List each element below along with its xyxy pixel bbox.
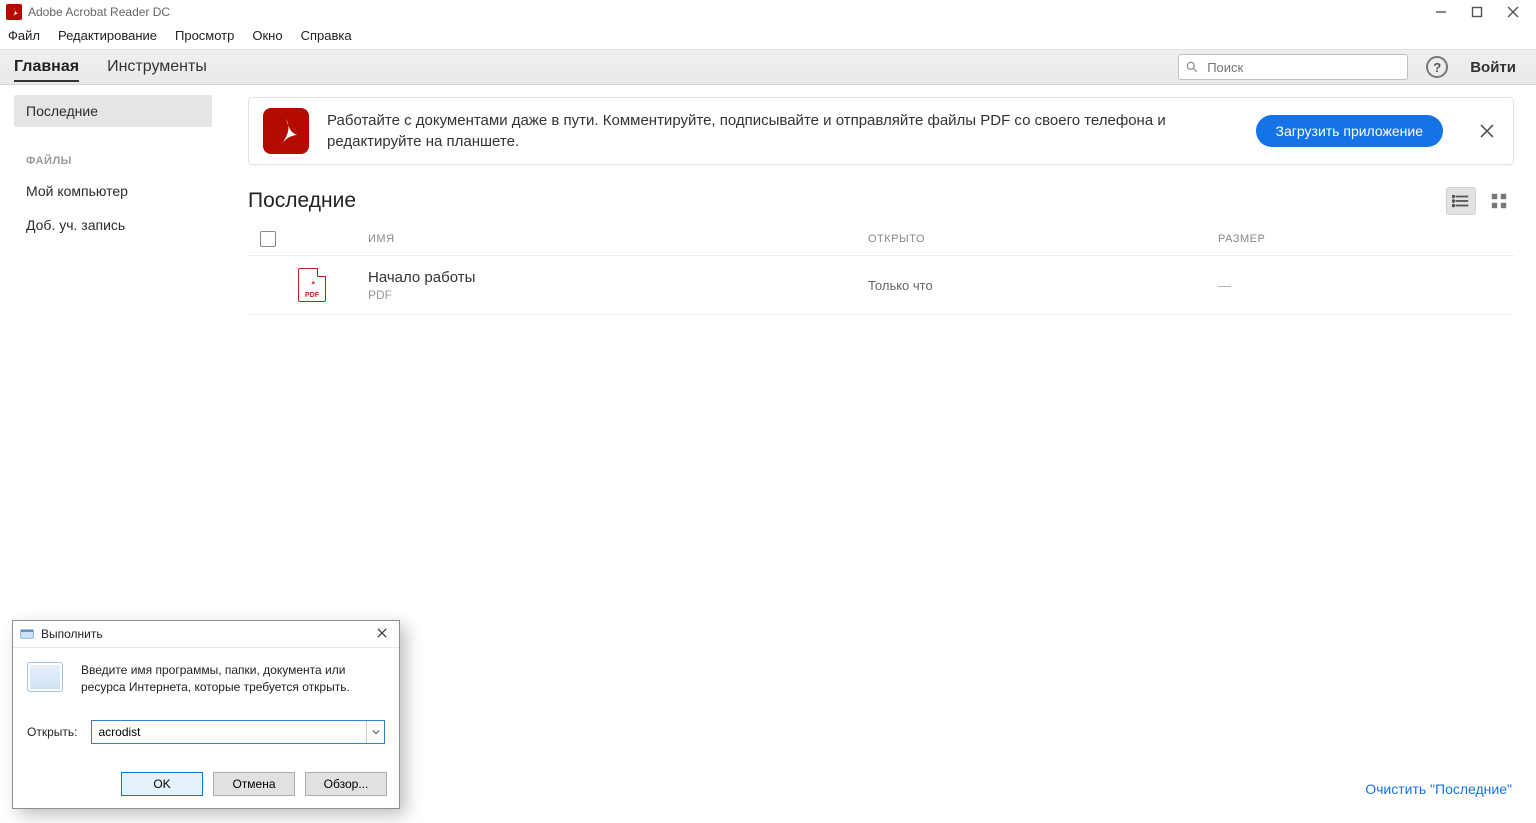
promo-text: Работайте с документами даже в пути. Ком… xyxy=(327,110,1238,152)
acrobat-app-icon xyxy=(6,4,22,20)
close-icon xyxy=(1479,123,1495,139)
sidebar-section-files: ФАЙЛЫ xyxy=(14,129,212,175)
menu-view[interactable]: Просмотр xyxy=(175,28,234,43)
acrobat-logo-icon xyxy=(263,108,309,154)
table-head: ИМЯ ОТКРЫТО РАЗМЕР xyxy=(248,223,1514,256)
file-name: Начало работы xyxy=(368,269,868,286)
col-size[interactable]: РАЗМЕР xyxy=(1218,233,1514,245)
menu-file[interactable]: Файл xyxy=(8,28,40,43)
menu-bar: Файл Редактирование Просмотр Окно Справк… xyxy=(0,24,1536,49)
tab-home[interactable]: Главная xyxy=(14,52,79,82)
run-open-dropdown-button[interactable] xyxy=(366,721,384,743)
col-opened[interactable]: ОТКРЫТО xyxy=(868,233,1218,245)
run-open-label: Открыть: xyxy=(27,725,77,739)
window-minimize-button[interactable] xyxy=(1434,6,1448,18)
search-icon xyxy=(1185,60,1199,74)
select-all-checkbox[interactable] xyxy=(260,231,276,247)
main-content: Работайте с документами даже в пути. Ком… xyxy=(226,85,1536,818)
list-view-icon xyxy=(1452,192,1470,210)
sidebar-item-recent[interactable]: Последние xyxy=(14,95,212,127)
window-titlebar: Adobe Acrobat Reader DC xyxy=(0,0,1536,24)
primary-tabs: Главная Инструменты ? Войти xyxy=(0,49,1536,85)
menu-help[interactable]: Справка xyxy=(301,28,352,43)
run-open-combo[interactable] xyxy=(91,720,385,744)
tab-tools[interactable]: Инструменты xyxy=(107,52,207,82)
promo-banner: Работайте с документами даже в пути. Ком… xyxy=(248,97,1514,165)
grid-view-icon xyxy=(1490,192,1508,210)
view-grid-button[interactable] xyxy=(1484,187,1514,215)
chevron-down-icon xyxy=(372,728,380,736)
table-row[interactable]: PDF Начало работы PDF Только что — xyxy=(248,256,1514,315)
window-close-button[interactable] xyxy=(1506,6,1520,18)
menu-window[interactable]: Окно xyxy=(252,28,282,43)
search-input[interactable] xyxy=(1205,59,1401,76)
file-size: — xyxy=(1218,278,1514,293)
run-browse-button[interactable]: Обзор... xyxy=(305,772,387,796)
help-button[interactable]: ? xyxy=(1426,56,1448,78)
sidebar-item-my-computer[interactable]: Мой компьютер xyxy=(14,175,212,207)
close-icon xyxy=(377,628,387,638)
run-dialog-icon xyxy=(19,626,35,642)
run-dialog-title: Выполнить xyxy=(41,627,365,641)
login-button[interactable]: Войти xyxy=(1470,59,1522,76)
run-dialog: Выполнить Введите имя программы, папки, … xyxy=(12,620,400,809)
run-open-input[interactable] xyxy=(98,725,366,739)
sidebar-item-add-account[interactable]: Доб. уч. запись xyxy=(14,209,212,241)
promo-close-button[interactable] xyxy=(1475,119,1499,143)
run-hint-text: Введите имя программы, папки, документа … xyxy=(81,662,385,696)
window-maximize-button[interactable] xyxy=(1470,6,1484,18)
file-opened: Только что xyxy=(868,278,1218,293)
file-type: PDF xyxy=(368,288,868,302)
view-list-button[interactable] xyxy=(1446,187,1476,215)
search-box[interactable] xyxy=(1178,54,1408,80)
run-cancel-button[interactable]: Отмена xyxy=(213,772,295,796)
clear-recent-link[interactable]: Очистить "Последние" xyxy=(1365,781,1512,797)
window-title: Adobe Acrobat Reader DC xyxy=(28,5,170,19)
run-dialog-titlebar[interactable]: Выполнить xyxy=(13,621,399,648)
run-hint-icon xyxy=(27,662,63,692)
pdf-file-icon: PDF xyxy=(298,268,326,302)
run-dialog-close-button[interactable] xyxy=(371,625,393,643)
col-name[interactable]: ИМЯ xyxy=(368,233,868,245)
menu-edit[interactable]: Редактирование xyxy=(58,28,157,43)
list-title: Последние xyxy=(248,189,356,213)
run-ok-button[interactable]: OK xyxy=(121,772,203,796)
download-app-button[interactable]: Загрузить приложение xyxy=(1256,115,1443,147)
